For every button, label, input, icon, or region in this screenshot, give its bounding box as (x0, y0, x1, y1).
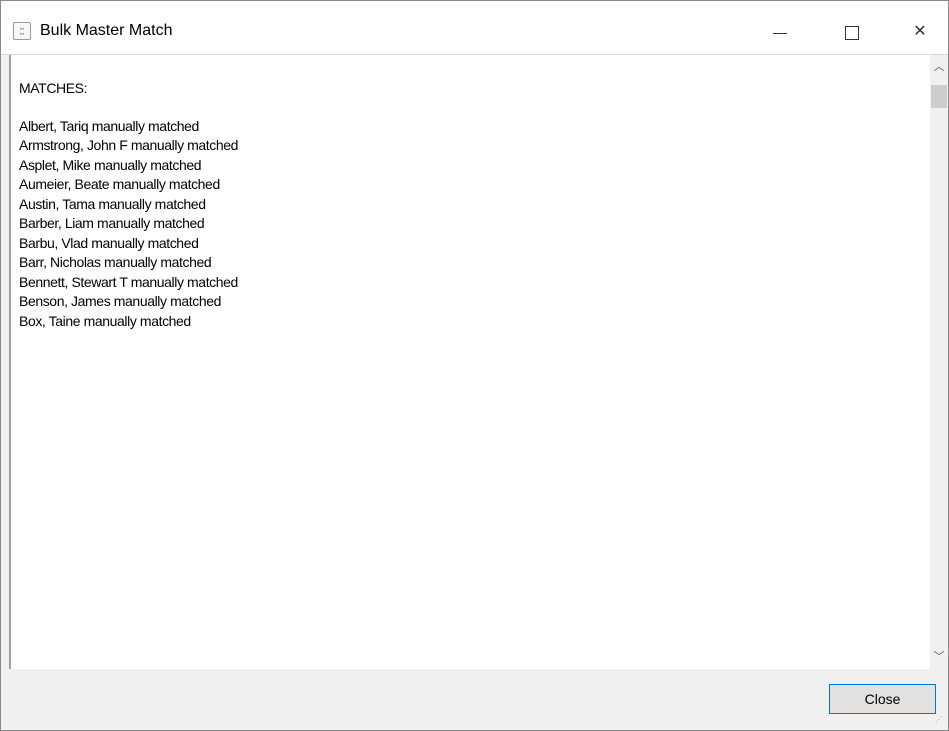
maximize-button[interactable] (829, 9, 875, 55)
vertical-scrollbar[interactable]: ︿ ﹀ (930, 55, 948, 669)
match-line: Benson, James manually matched (19, 293, 221, 309)
matches-text-box[interactable]: MATCHES: Albert, Tariq manually matched … (9, 55, 932, 669)
scroll-up-button[interactable]: ︿ (930, 57, 948, 77)
match-line: Armstrong, John F manually matched (19, 137, 239, 153)
minimize-icon (773, 33, 787, 34)
match-line: Bennett, Stewart T manually matched (19, 273, 238, 290)
match-line: Aumeier, Beate manually matched (19, 176, 220, 192)
match-line: Barbu, Vlad manually matched (19, 234, 199, 251)
close-button[interactable]: Close (829, 684, 936, 714)
scroll-down-button[interactable]: ﹀ (930, 647, 948, 667)
dialog-footer: Close ⋰ (1, 669, 948, 730)
chevron-up-icon: ︿ (933, 61, 945, 73)
chevron-down-icon: ﹀ (933, 651, 945, 663)
maximize-icon (845, 26, 859, 40)
match-line: Barr, Nicholas manually matched (19, 254, 212, 270)
app-icon: ▪▪▪ ▪▪▪ (13, 22, 31, 40)
matches-text: MATCHES: Albert, Tariq manually matched … (19, 79, 919, 331)
title-bar[interactable]: ▪▪▪ ▪▪▪ Bulk Master Match ✕ (1, 1, 948, 55)
match-line: Barber, Liam manually matched (19, 215, 205, 231)
match-line: Austin, Tama manually matched (19, 195, 206, 212)
match-line: Box, Taine manually matched (19, 312, 191, 329)
resize-grip-icon[interactable]: ⋰ (935, 715, 945, 725)
close-icon: ✕ (913, 23, 927, 40)
match-line: Asplet, Mike manually matched (19, 156, 202, 173)
scroll-thumb[interactable] (931, 85, 947, 108)
close-window-button[interactable]: ✕ (897, 9, 943, 55)
matches-heading: MATCHES: (19, 80, 88, 96)
minimize-button[interactable] (757, 9, 803, 55)
window-title: Bulk Master Match (40, 22, 173, 39)
bulk-master-match-window: ▪▪▪ ▪▪▪ Bulk Master Match ✕ MATCHES: Albe… (0, 0, 949, 731)
match-line: Albert, Tariq manually matched (19, 117, 199, 134)
